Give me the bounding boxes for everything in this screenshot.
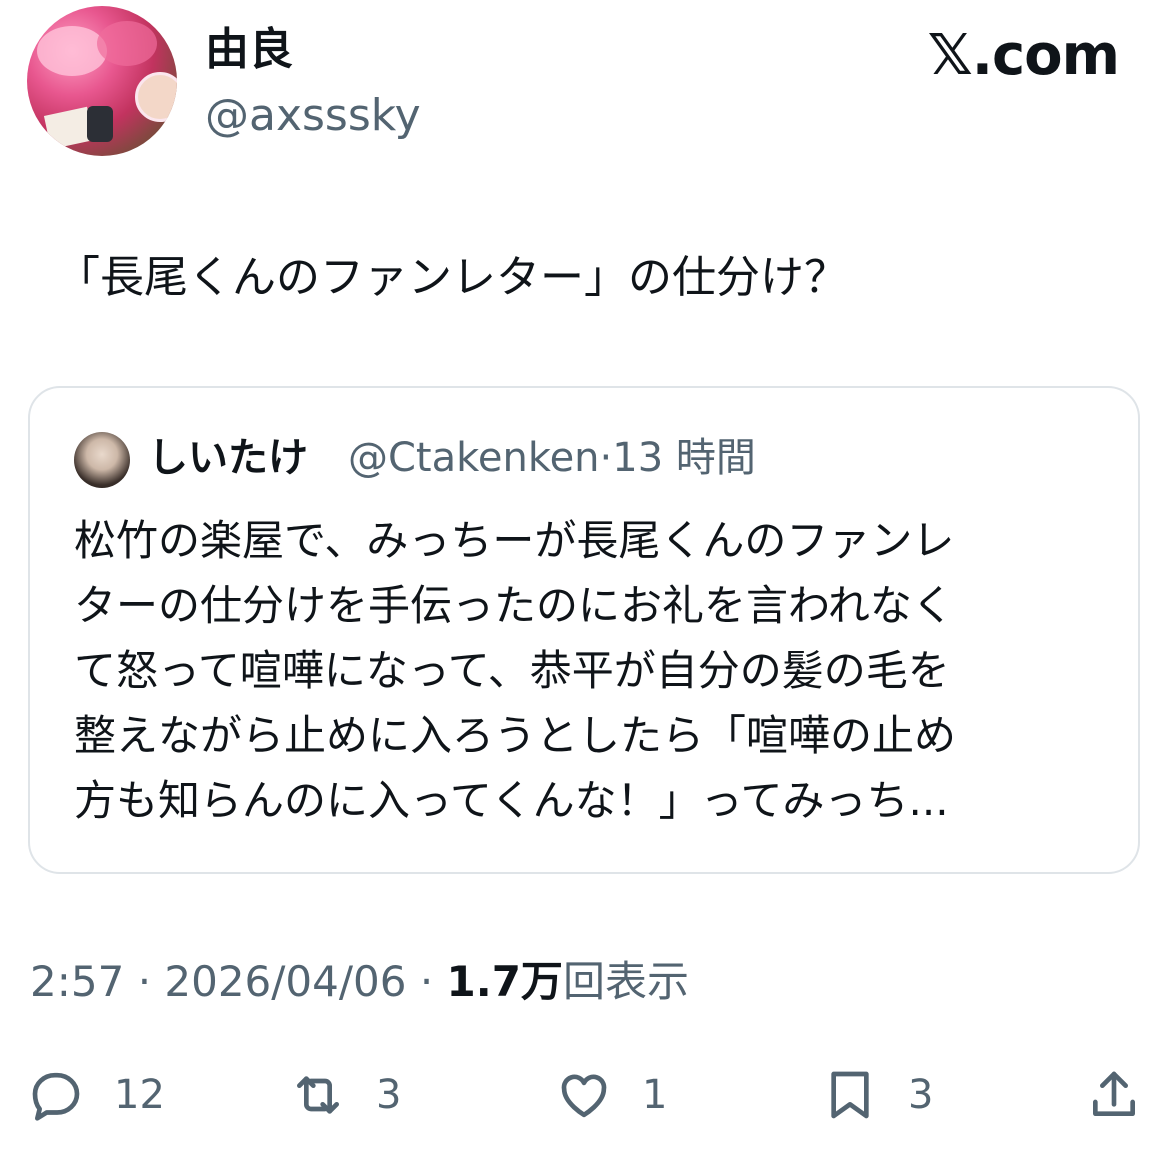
tweet-meta: 2:57 · 2026/04/06 · 1.7万回表示 [30,952,689,1012]
repost-icon [297,1076,339,1114]
like-icon [561,1074,607,1118]
reply-count: 12 [114,1072,165,1118]
bookmark-icon [831,1071,869,1119]
reply-button[interactable]: 12 [28,1060,165,1130]
bookmark-count: 3 [908,1072,934,1118]
author-display-name[interactable]: 由良 [205,22,293,78]
quote-line: 整えながら止めに入ろうとしたら「喧嘩の止め [74,711,957,760]
meta-separator: · [419,957,447,1006]
avatar-flowers [37,26,107,76]
avatar-flowers-2 [97,21,157,66]
bookmark-button[interactable]: 3 [822,1060,933,1130]
meta-separator: · [137,957,165,1006]
share-button[interactable] [1086,1060,1142,1130]
tweet-time[interactable]: 2:57 [30,957,124,1006]
quote-author-avatar[interactable] [74,432,130,488]
quote-line: 松竹の楽屋で、みっちーが長尾くんのファンレ [74,516,955,565]
like-button[interactable]: 1 [556,1060,667,1130]
share-icon [1093,1071,1135,1116]
quote-line: ターの仕分けを手伝ったのにお礼を言われなく [74,581,954,630]
avatar-face-sticker [135,72,177,122]
tweet-date[interactable]: 2026/04/06 [164,957,406,1006]
author-handle[interactable]: @axsssky [205,88,421,144]
action-bar: 12 3 1 3 [0,1060,1169,1130]
author-avatar[interactable] [27,6,177,156]
quote-body: 松竹の楽屋で、みっちーが長尾くんのファンレ ターの仕分けを手伝ったのにお礼を言わ… [74,508,1094,833]
quoted-tweet-card[interactable]: しいたけ @Ctakenken·13 時間 松竹の楽屋で、みっちーが長尾くんのフ… [28,386,1140,874]
tweet-text: 「長尾くんのファンレター」の仕分け？ [56,252,848,303]
repost-count: 3 [376,1072,402,1118]
quote-line: 方も知らんのに入ってくんな！」ってみっち... [74,776,949,825]
quote-author-name: しいたけ [148,435,308,481]
views-label: 回表示 [562,957,689,1006]
avatar-bottle [87,106,113,142]
x-com-logo: 𝕏.com [927,23,1120,88]
like-count: 1 [642,1072,668,1118]
views-count: 1.7万 [446,957,563,1006]
quote-author-handle-time: @Ctakenken·13 時間 [348,435,756,481]
repost-button[interactable]: 3 [290,1060,401,1130]
quote-line: て怒って喧嘩になって、恭平が自分の髪の毛を [74,646,950,695]
reply-icon [32,1072,80,1121]
